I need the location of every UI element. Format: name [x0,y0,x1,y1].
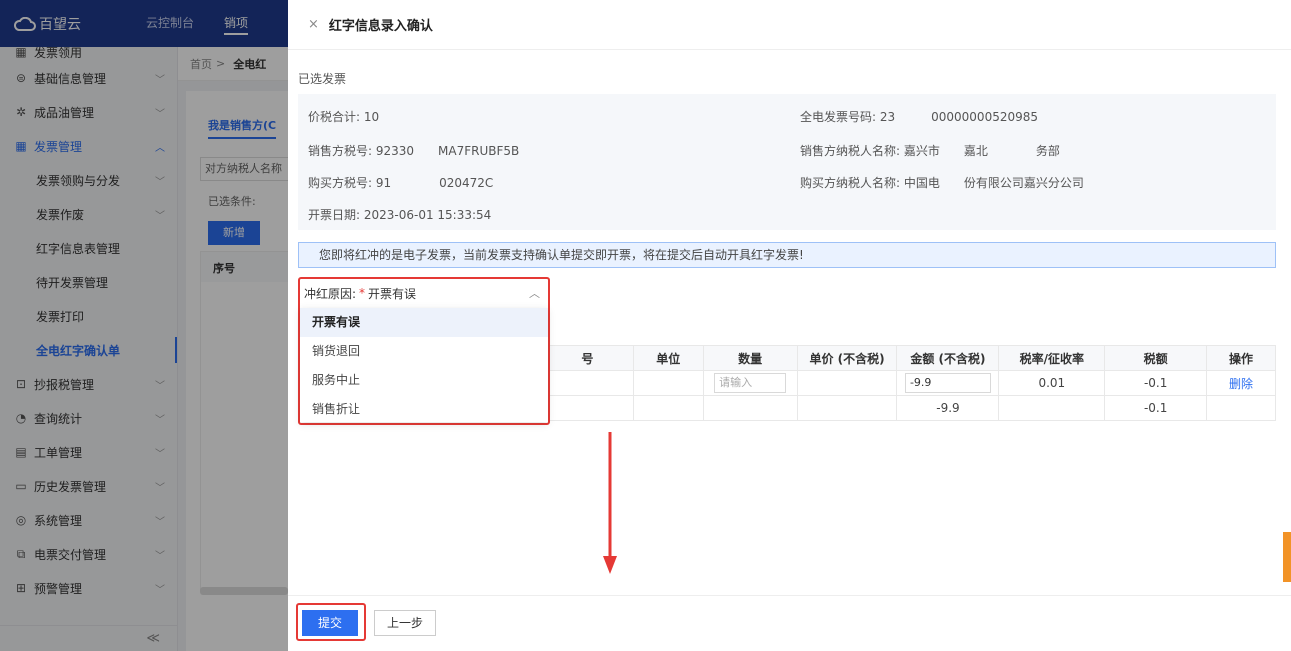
cell-unit-price [796,370,898,396]
cell-empty [998,395,1106,421]
option-sales-return[interactable]: 销货退回 [300,337,548,366]
close-icon[interactable]: × [308,17,319,32]
option-sales-discount[interactable]: 销售折让 [300,395,548,424]
red-info-drawer: × 红字信息录入确认 已选发票 价税合计: 10 全电发票号码: 23 0000… [288,0,1291,651]
option-service-stop[interactable]: 服务中止 [300,366,548,395]
buyer-name: 购买方纳税人名称: 中国电 份有限公司嘉兴分公司 [800,176,1084,190]
annotation-arrow-icon [603,432,617,574]
buyer-tax-id: 购买方税号: 91 020472C [308,176,494,190]
required-mark: * [359,286,366,300]
cell-rate: 0.01 [998,370,1106,396]
column-header: 税率/征收率 [998,345,1106,371]
info-notice: 您即将红冲的是电子发票，当前发票支持确认单提交即开票，将在提交后自动开具红字发票… [298,242,1276,268]
cell-tax: -0.1 [1104,370,1208,396]
column-header: 操作 [1206,345,1276,371]
invoice-number: 全电发票号码: 23 00000000520985 [800,110,1039,124]
reason-label: 冲红原因: [304,286,357,301]
goods-table: 号 单位 数量 单价 (不含税) 金额 (不含税) 税率/征收率 税额 操作 请… [541,345,1276,421]
cell-empty [1206,395,1276,421]
quantity-input[interactable]: 请输入 [714,373,787,393]
option-invoice-error[interactable]: 开票有误 [300,308,548,337]
drawer-title: 红字信息录入确认 [328,19,433,34]
cell-empty [541,370,634,396]
column-header: 数量 [702,345,798,371]
column-header: 号 [541,345,634,371]
modal-overlay[interactable] [0,0,288,651]
total-tax-cell: -0.1 [1104,395,1208,421]
total-amount: 价税合计: 10 [308,110,380,124]
table-total-row: -9.9 -0.1 [541,395,1276,421]
reason-dropdown: 开票有误 销货退回 服务中止 销售折让 [300,308,548,422]
cell-empty [632,395,704,421]
column-header: 单位 [632,345,704,371]
cell-unit [632,370,704,396]
amount-input[interactable]: -9.9 [904,373,991,393]
column-header: 金额 (不含税) [896,345,1000,371]
delete-link[interactable]: 删除 [1229,377,1253,391]
reason-select[interactable]: 冲红原因: * 开票有误 ︿ [300,280,548,306]
selected-invoice-heading: 已选发票 [298,72,347,86]
column-header: 税额 [1104,345,1208,371]
drawer-header: × 红字信息录入确认 [288,0,1291,50]
table-row: 请输入 -9.9 0.01 -0.1 删除 [541,370,1276,396]
cell-empty [702,395,798,421]
seller-name: 销售方纳税人名称: 嘉兴市 嘉北 务部 [800,144,1060,158]
total-amount-cell: -9.9 [896,395,1000,421]
previous-step-button[interactable]: 上一步 [374,610,436,636]
drawer-footer: 提交 上一步 [288,595,1291,651]
cell-amount: -9.9 [896,370,1000,396]
invoice-info-panel: 价税合计: 10 全电发票号码: 23 00000000520985 销售方税号… [298,94,1276,230]
column-header: 单价 (不含税) [796,345,898,371]
cell-empty [796,395,898,421]
cell-quantity: 请输入 [702,370,798,396]
floating-side-tab[interactable] [1283,532,1291,582]
seller-tax-id: 销售方税号: 92330 MA7FRUBF5B [308,144,520,158]
reason-value: 开票有误 [368,286,417,301]
invoice-date: 开票日期: 2023-06-01 15:33:54 [308,208,492,222]
cell-empty [541,395,634,421]
cell-action: 删除 [1206,370,1276,396]
submit-button[interactable]: 提交 [302,610,358,636]
table-header-row: 号 单位 数量 单价 (不含税) 金额 (不含税) 税率/征收率 税额 操作 [541,345,1276,371]
chevron-up-icon: ︿ [529,287,540,300]
